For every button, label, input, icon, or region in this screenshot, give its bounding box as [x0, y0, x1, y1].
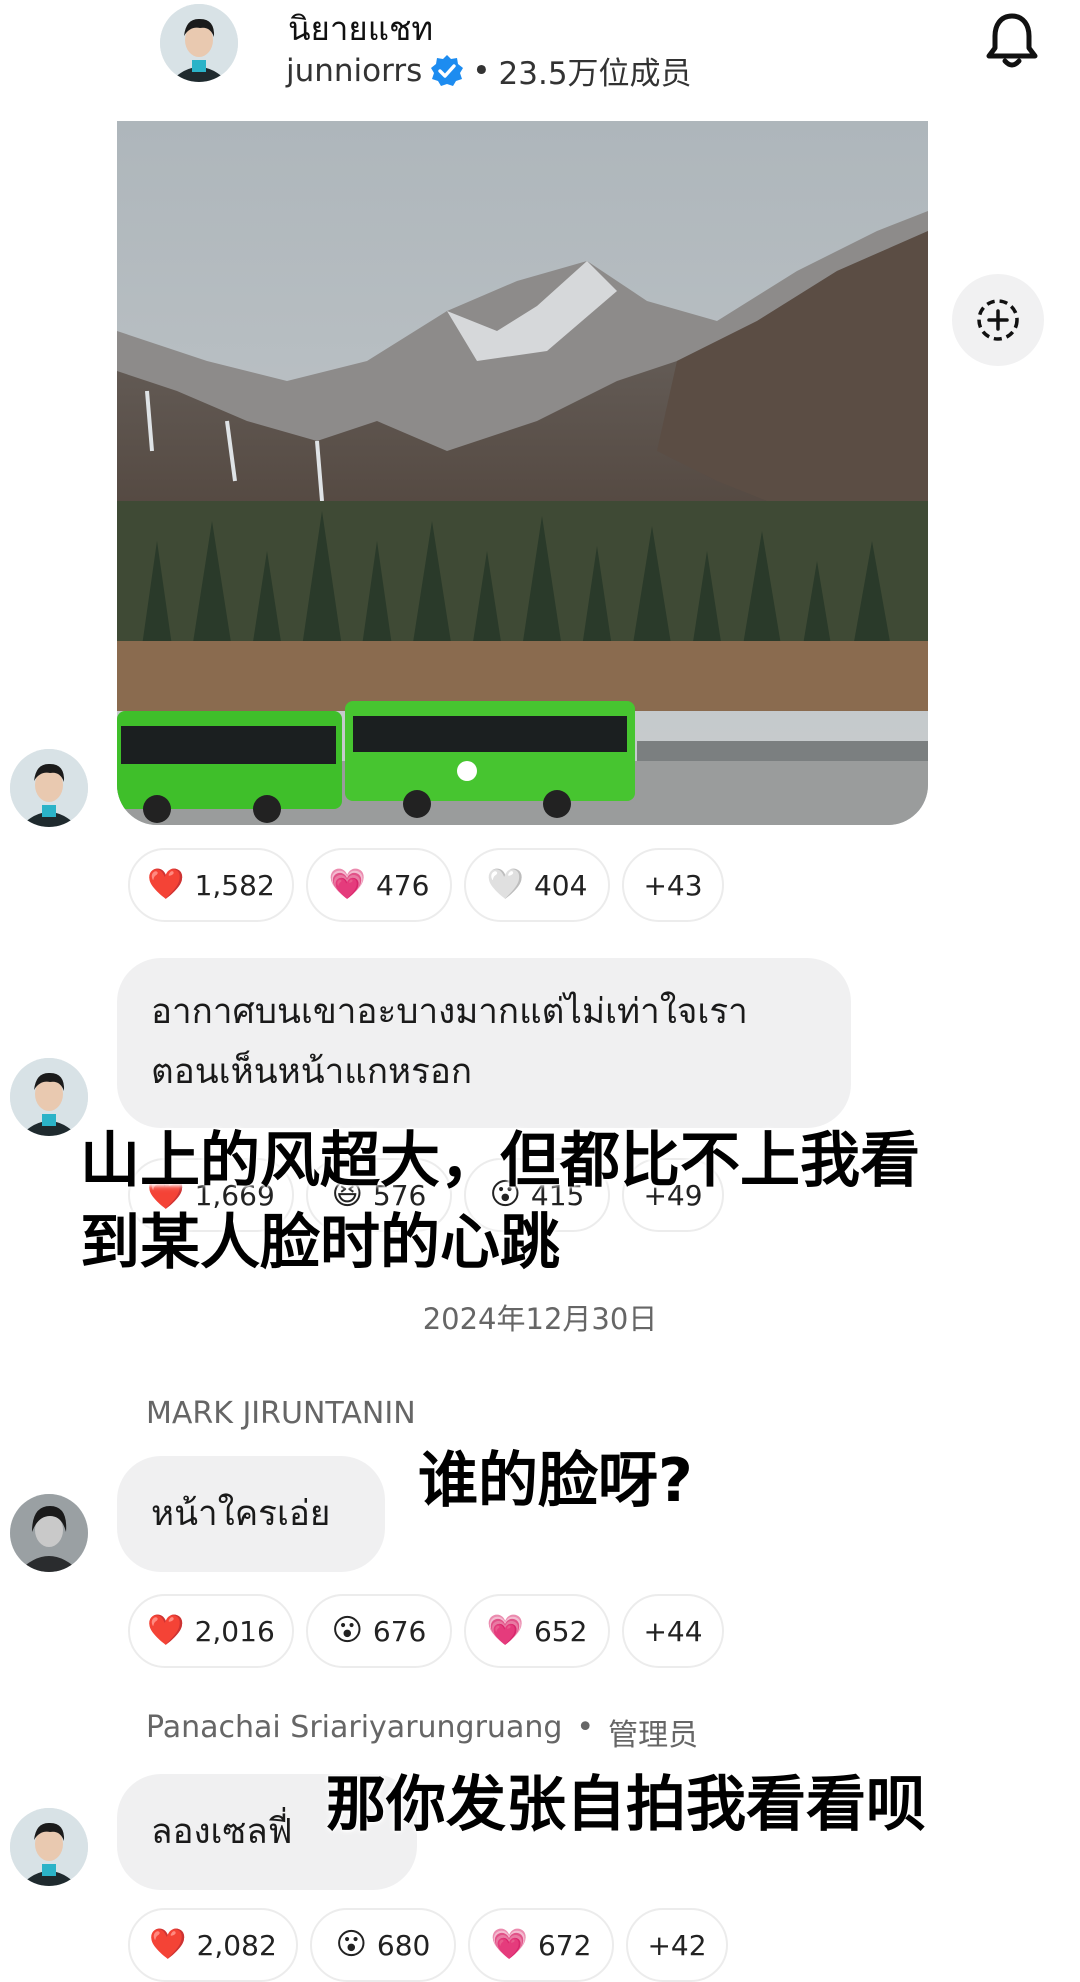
- reaction-count: 680: [376, 1928, 431, 1962]
- message-bubble[interactable]: อากาศบนเขาอะบางมากแต่ไม่เท่าใจเรา ตอนเห็…: [117, 958, 851, 1128]
- reaction-chip[interactable]: ❤️ 2,016: [128, 1594, 294, 1668]
- reaction-chip[interactable]: 💗 652: [464, 1594, 610, 1668]
- member-count: 23.5万位成员: [498, 56, 692, 92]
- reaction-chip[interactable]: 💗 476: [306, 848, 452, 922]
- heart-icon: ❤️: [147, 867, 185, 902]
- pink-heart-icon: 💗: [490, 1927, 528, 1962]
- subtitle-separator: •: [472, 52, 491, 89]
- reaction-count: 672: [537, 1928, 592, 1962]
- reaction-count: 1,582: [194, 868, 275, 902]
- reaction-count: 652: [533, 1614, 588, 1648]
- sender-avatar[interactable]: [10, 749, 88, 827]
- reaction-count: 476: [375, 868, 430, 902]
- white-heart-icon: 🤍: [486, 867, 524, 902]
- save-media-button[interactable]: [952, 274, 1044, 366]
- reaction-bar: ❤️ 2,082 😮 680 💗 672 +42: [128, 1908, 728, 1982]
- reaction-chip[interactable]: 💗 672: [468, 1908, 614, 1982]
- reaction-count: 2,016: [194, 1614, 275, 1648]
- reaction-count: 2,082: [196, 1928, 277, 1962]
- reaction-count: +44: [643, 1614, 703, 1648]
- reaction-count: +43: [643, 868, 703, 902]
- reaction-count: 676: [372, 1614, 427, 1648]
- message-text: หน้าใครเอ่ย: [151, 1494, 331, 1534]
- pink-heart-icon: 💗: [486, 1613, 524, 1648]
- sender-role: 管理员: [608, 1718, 699, 1753]
- bus-2: [345, 701, 635, 818]
- bus-1: [117, 711, 342, 823]
- message-text: ลองเซลฟี่: [151, 1812, 293, 1852]
- channel-account[interactable]: junniorrs: [286, 53, 422, 89]
- reaction-chip[interactable]: 😮 676: [306, 1594, 452, 1668]
- message-bubble[interactable]: หน้าใครเอ่ย: [117, 1456, 385, 1572]
- sender-name[interactable]: Panachai Sriariyarungruang: [146, 1710, 562, 1754]
- heart-icon: ❤️: [147, 1613, 185, 1648]
- sender-separator: •: [576, 1710, 595, 1745]
- channel-avatar[interactable]: [160, 4, 238, 82]
- overlay-line: 到某人脸时的心跳: [80, 1208, 560, 1278]
- sender-name[interactable]: MARK JIRUNTANIN: [146, 1396, 416, 1431]
- translation-overlay: 那你发张自拍我看看呗: [326, 1770, 926, 1840]
- more-reactions-chip[interactable]: +43: [622, 848, 724, 922]
- translation-overlay: 山上的风超大，但都比不上我看 到某人脸时的心跳: [80, 1120, 1040, 1284]
- reaction-chip[interactable]: ❤️ 1,582: [128, 848, 294, 922]
- date-divider: 2024年12月30日: [422, 1302, 658, 1336]
- pink-heart-icon: 💗: [328, 867, 366, 902]
- reaction-bar: ❤️ 1,582 💗 476 🤍 404 +43: [128, 848, 724, 922]
- add-circle-icon: [977, 299, 1019, 341]
- reaction-chip[interactable]: 🤍 404: [464, 848, 610, 922]
- reaction-count: 404: [533, 868, 588, 902]
- surprised-face-icon: 😮: [331, 1613, 363, 1648]
- more-reactions-chip[interactable]: +42: [626, 1908, 728, 1982]
- reaction-count: +42: [647, 1928, 707, 1962]
- overlay-line: 山上的风超大，但都比不上我看: [80, 1126, 920, 1196]
- heart-icon: ❤️: [149, 1927, 187, 1962]
- reaction-chip[interactable]: 😮 680: [310, 1908, 456, 1982]
- more-reactions-chip[interactable]: +44: [622, 1594, 724, 1668]
- reaction-chip[interactable]: ❤️ 2,082: [128, 1908, 298, 1982]
- reaction-bar: ❤️ 2,016 😮 676 💗 652 +44: [128, 1594, 724, 1668]
- channel-subtitle: junniorrs • 23.5万位成员: [286, 48, 692, 93]
- verified-badge-icon: [430, 54, 464, 88]
- sender-line: Panachai Sriariyarungruang • 管理员: [146, 1710, 698, 1754]
- translation-overlay: 谁的脸呀?: [418, 1446, 693, 1516]
- surprised-face-icon: 😮: [335, 1927, 367, 1962]
- sender-avatar[interactable]: [10, 1058, 88, 1136]
- message-text-line: ตอนเห็นหน้าแกหรอก: [151, 1052, 473, 1092]
- sender-avatar[interactable]: [10, 1494, 88, 1572]
- bell-icon[interactable]: [980, 8, 1044, 72]
- sender-avatar[interactable]: [10, 1808, 88, 1886]
- shared-photo[interactable]: [117, 121, 928, 825]
- message-text-line: อากาศบนเขาอะบางมากแต่ไม่เท่าใจเรา: [151, 992, 748, 1032]
